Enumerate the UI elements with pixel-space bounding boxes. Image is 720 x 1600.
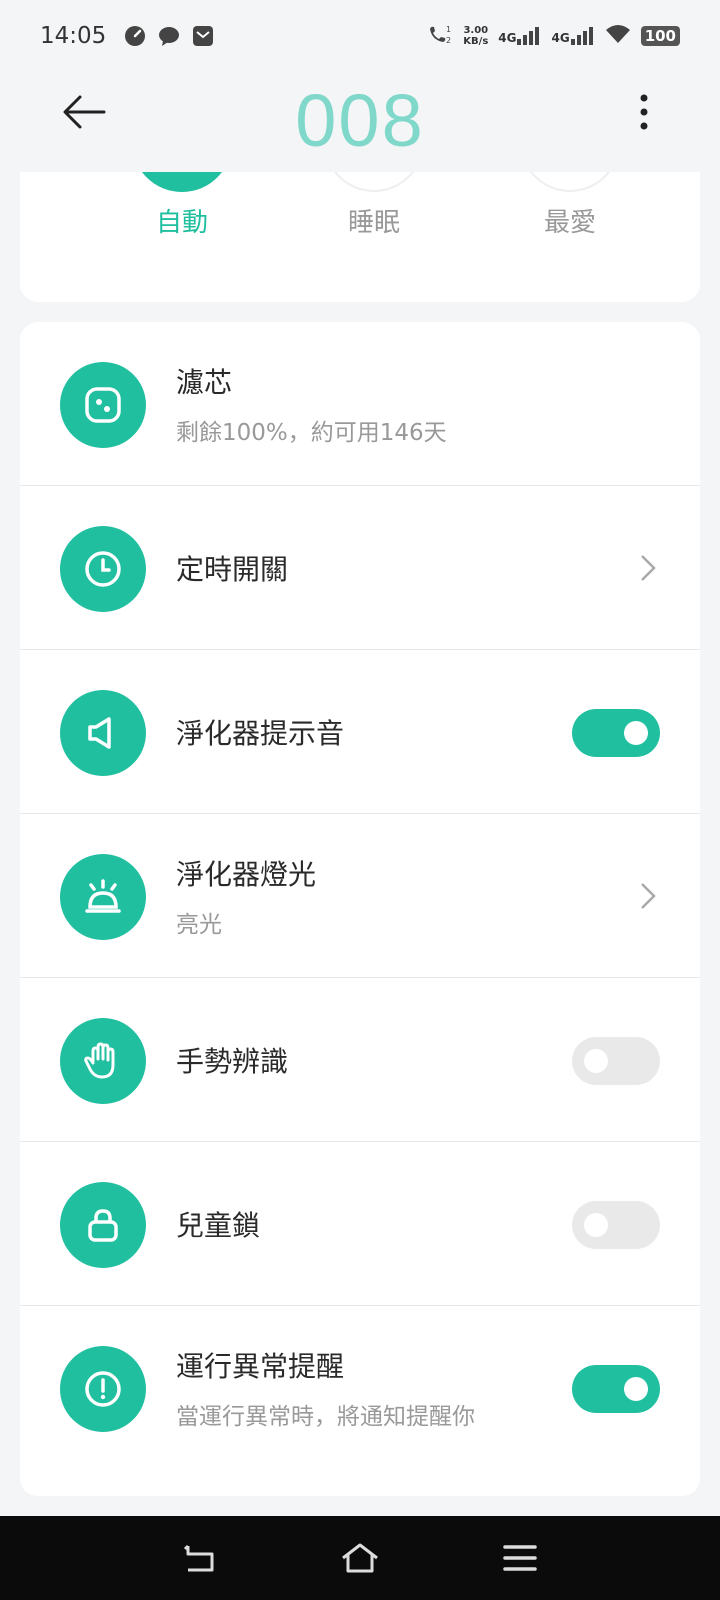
mode-auto[interactable]: 自動 xyxy=(82,172,282,302)
speedometer-icon xyxy=(124,25,146,47)
status-bar: 14:05 12 3.00 KB/s 4G 4G 100 xyxy=(0,0,720,72)
app-bar: 008 xyxy=(0,72,720,172)
sim1-label: 4G xyxy=(498,31,517,45)
status-time: 14:05 xyxy=(40,23,107,49)
page-title: 008 xyxy=(295,79,425,162)
alert-title: 運行異常提醒 xyxy=(176,1350,345,1383)
child-lock-row: 兒童鎖 xyxy=(20,1142,700,1306)
child-lock-toggle[interactable] xyxy=(572,1201,660,1249)
toggle-knob xyxy=(584,1049,608,1073)
mode-favorite-label: 最愛 xyxy=(543,208,596,238)
nav-menu-button[interactable] xyxy=(496,1534,544,1582)
sim2-label: 4G xyxy=(551,31,570,45)
hand-icon xyxy=(60,1018,146,1104)
more-options-button[interactable] xyxy=(620,80,668,144)
nav-back-button[interactable] xyxy=(176,1534,224,1582)
filter-row[interactable]: 濾芯 剩餘100%，約可用146天 xyxy=(20,322,700,486)
light-row[interactable]: 淨化器燈光 亮光 xyxy=(20,814,700,978)
settings-card: 濾芯 剩餘100%，約可用146天 定時開關 淨化器提示音 淨化器燈光 亮光 手… xyxy=(20,322,700,1496)
sim2-signal: 4G xyxy=(551,27,594,45)
signal-icon xyxy=(517,27,540,45)
nav-back-icon xyxy=(183,1544,214,1572)
nav-home-icon xyxy=(342,1543,378,1573)
wifi-icon xyxy=(605,24,631,48)
alert-row: 運行異常提醒 當運行異常時，將通知提醒你 xyxy=(20,1306,700,1470)
mail-icon xyxy=(192,25,214,47)
alert-toggle[interactable] xyxy=(572,1365,660,1413)
mode-sleep[interactable]: 睡眠 xyxy=(274,172,474,302)
timer-title: 定時開關 xyxy=(176,553,289,586)
svg-text:1: 1 xyxy=(446,25,451,34)
gesture-row: 手勢辨識 xyxy=(20,978,700,1142)
more-vertical-icon xyxy=(640,94,648,130)
mode-auto-circle xyxy=(132,172,232,192)
network-speed-unit: KB/s xyxy=(463,36,489,47)
mode-sleep-circle xyxy=(324,172,424,192)
timer-row[interactable]: 定時開關 xyxy=(20,486,700,650)
sound-toggle[interactable] xyxy=(572,709,660,757)
wifi-call-icon: 12 xyxy=(427,23,453,49)
speaker-icon xyxy=(60,690,146,776)
clock-icon xyxy=(60,526,146,612)
sound-title: 淨化器提示音 xyxy=(176,717,345,750)
filter-title: 濾芯 xyxy=(176,366,233,399)
mode-card: 自動 睡眠 最愛 xyxy=(20,172,700,302)
system-nav-bar xyxy=(0,1516,720,1600)
battery-indicator: 100 xyxy=(640,26,680,46)
svg-text:2: 2 xyxy=(446,36,451,45)
child-lock-title: 兒童鎖 xyxy=(176,1209,261,1242)
lock-icon xyxy=(60,1182,146,1268)
gesture-toggle[interactable] xyxy=(572,1037,660,1085)
light-icon xyxy=(60,854,146,940)
mode-favorite[interactable]: 最愛 xyxy=(470,172,670,302)
mode-sleep-label: 睡眠 xyxy=(347,208,400,238)
signal-icon xyxy=(570,27,593,45)
network-speed: 3.00 KB/s xyxy=(463,25,488,47)
light-subtitle: 亮光 xyxy=(176,912,222,938)
filter-subtitle: 剩餘100%，約可用146天 xyxy=(176,420,447,446)
chevron-right-icon xyxy=(641,555,656,581)
gesture-title: 手勢辨識 xyxy=(176,1045,289,1078)
nav-home-button[interactable] xyxy=(336,1534,384,1582)
nav-menu-icon xyxy=(503,1545,537,1571)
sound-row: 淨化器提示音 xyxy=(20,650,700,814)
alert-icon xyxy=(60,1346,146,1432)
alert-subtitle: 當運行異常時，將通知提醒你 xyxy=(176,1404,475,1430)
message-icon xyxy=(158,25,180,47)
sim1-signal: 4G xyxy=(498,27,541,45)
light-title: 淨化器燈光 xyxy=(176,858,317,891)
chevron-right-icon xyxy=(641,883,656,909)
network-speed-value: 3.00 xyxy=(463,25,489,36)
toggle-knob xyxy=(584,1213,608,1237)
filter-icon xyxy=(60,362,146,448)
mode-auto-label: 自動 xyxy=(155,208,208,238)
toggle-knob xyxy=(624,1377,648,1401)
mode-favorite-circle xyxy=(520,172,620,192)
toggle-knob xyxy=(624,721,648,745)
